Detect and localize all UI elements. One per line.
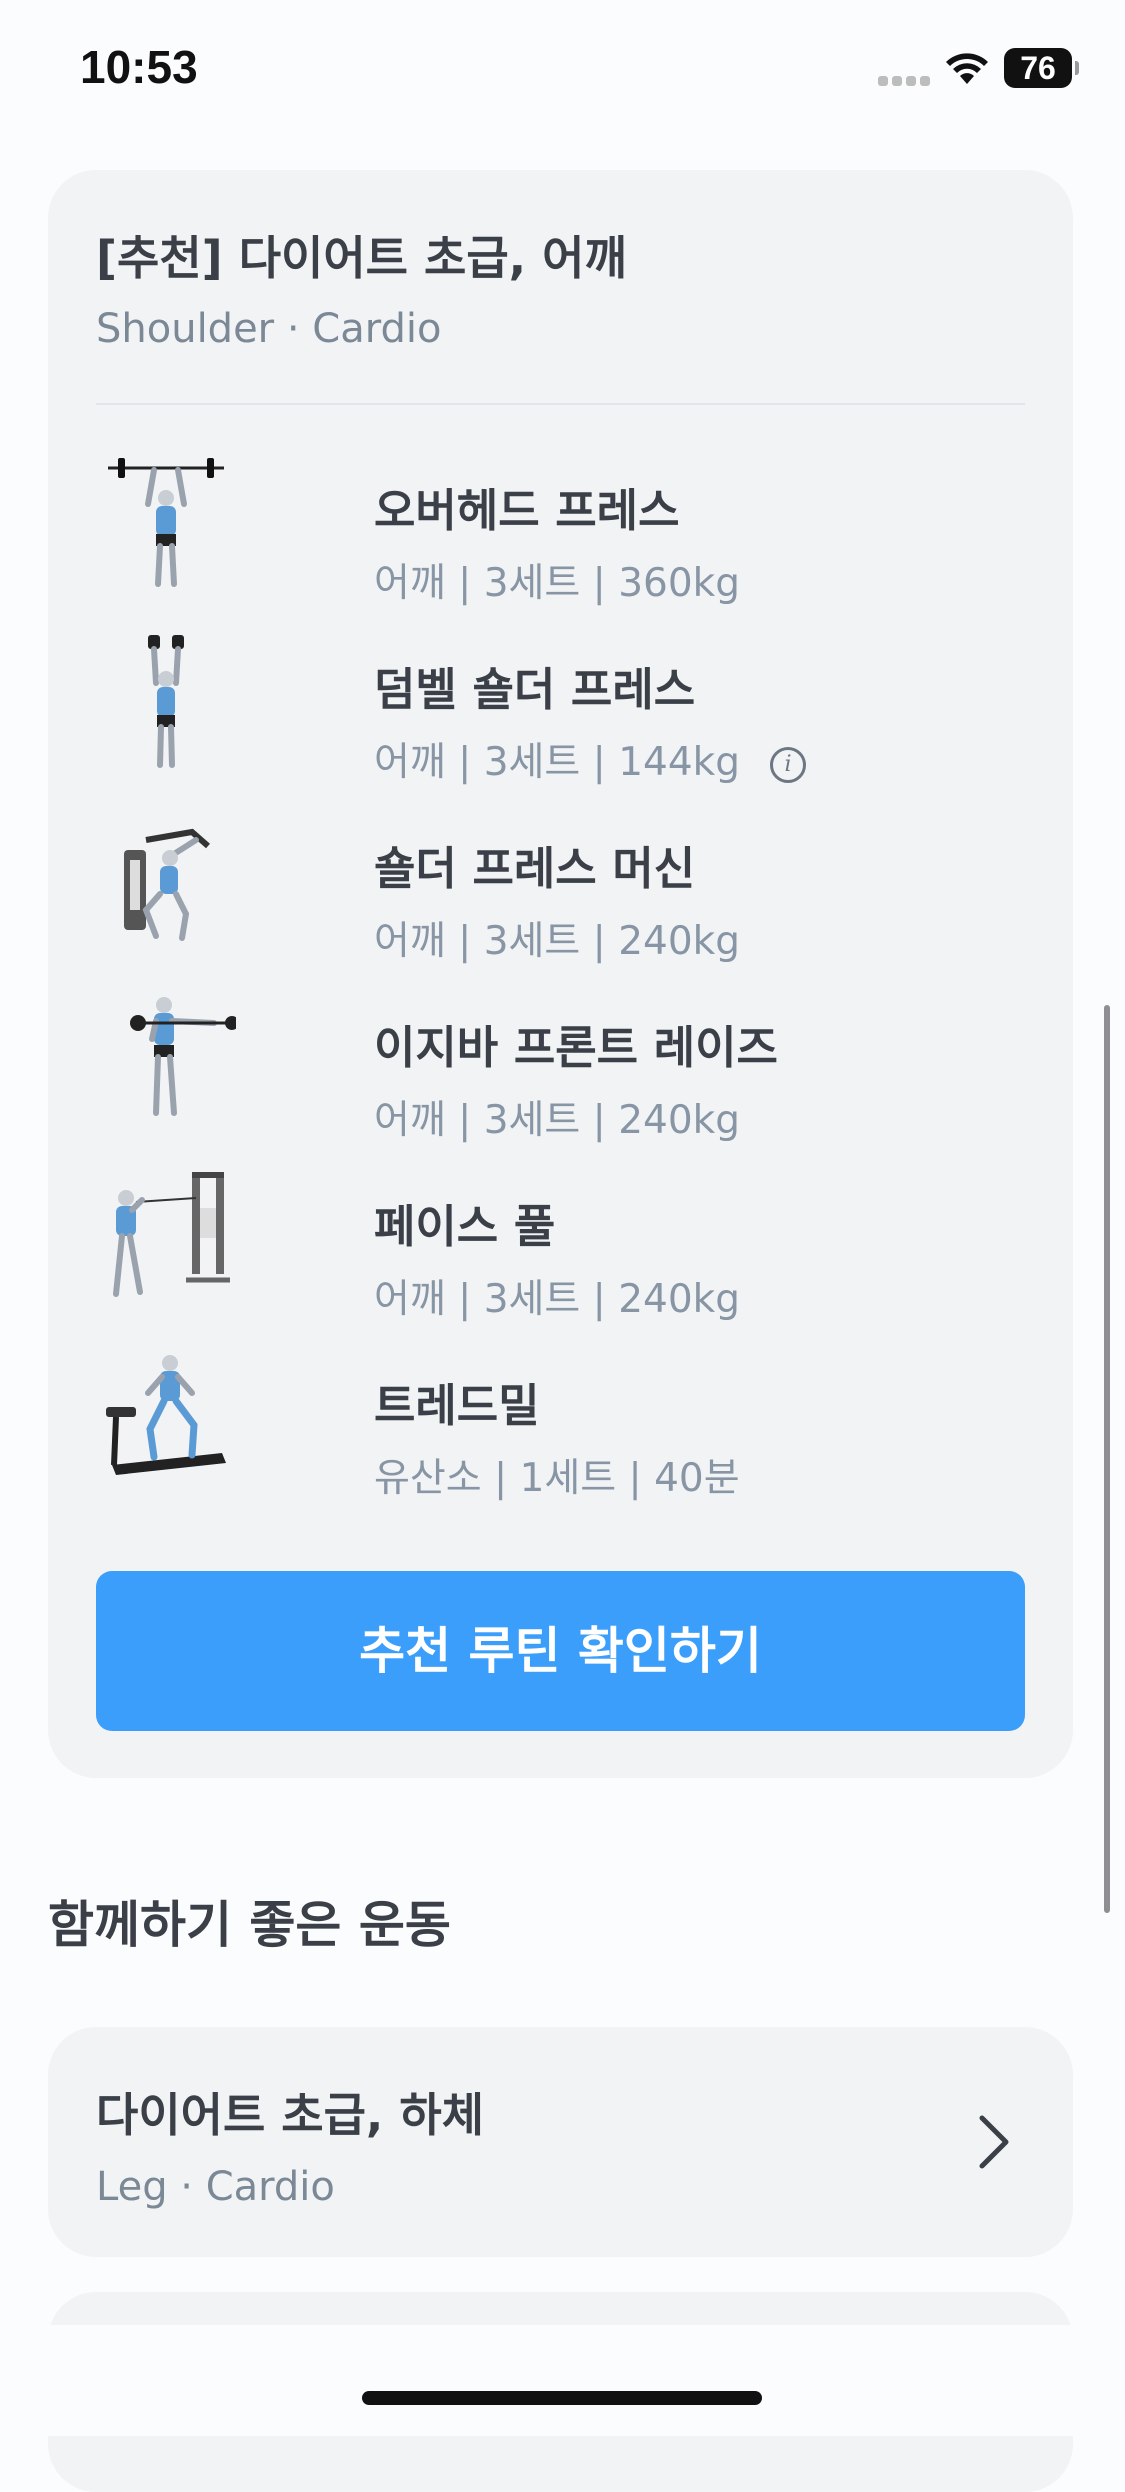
exercise-item[interactable]: 오버헤드 프레스 어깨 | 3세트 | 360kg xyxy=(96,452,1025,606)
home-indicator[interactable] xyxy=(362,2391,762,2405)
ez-bar-front-raise-illustration-icon xyxy=(130,997,236,1116)
routine-card-leg-cardio[interactable]: 다이어트 초급, 하체 Leg · Cardio xyxy=(48,2027,1073,2257)
view-recommended-routine-button[interactable]: 추천 루틴 확인하기 xyxy=(96,1571,1025,1731)
exercise-name: 덤벨 숄더 프레스 xyxy=(374,663,696,716)
exercise-name: 숄더 프레스 머신 xyxy=(374,842,696,895)
exercise-item[interactable]: 이지바 프론트 레이즈 어깨 | 3세트 | 240kg xyxy=(96,989,1025,1143)
exercise-name: 페이스 풀 xyxy=(374,1200,556,1253)
dumbbell-shoulder-press-illustration-icon xyxy=(148,635,184,768)
exercise-meta: 유산소 | 1세트 | 40분 xyxy=(374,1456,740,1501)
bottom-safe-area xyxy=(0,2325,1125,2436)
routine-subtitle: Shoulder · Cardio xyxy=(96,306,442,352)
exercise-name: 오버헤드 프레스 xyxy=(374,484,680,537)
chevron-right-icon xyxy=(979,2115,1009,2169)
section-title: 함께하기 좋은 운동 xyxy=(48,1896,451,1954)
cellular-signal-icon xyxy=(878,72,930,86)
exercise-meta-text: 어깨 | 3세트 | 144kg xyxy=(374,740,740,785)
overhead-press-illustration-icon xyxy=(108,458,224,587)
status-bar: 10:53 76 xyxy=(0,0,1125,140)
exercise-meta: 어깨 | 3세트 | 144kg i xyxy=(374,731,806,787)
exercise-name: 트레드밀 xyxy=(374,1379,540,1432)
exercise-item[interactable]: 트레드밀 유산소 | 1세트 | 40분 xyxy=(96,1347,1025,1501)
exercise-meta: 어깨 | 3세트 | 240kg xyxy=(374,1277,740,1322)
divider xyxy=(96,403,1025,405)
exercise-meta: 어깨 | 3세트 | 240kg xyxy=(374,919,740,964)
exercise-name: 이지바 프론트 레이즈 xyxy=(374,1021,778,1074)
routine-card-subtitle: Leg · Cardio xyxy=(96,2164,335,2210)
scrollbar[interactable] xyxy=(1104,1005,1110,1913)
wifi-icon xyxy=(946,53,988,84)
exercise-item[interactable]: 숄더 프레스 머신 어깨 | 3세트 | 240kg xyxy=(96,810,1025,964)
exercise-item[interactable]: 페이스 풀 어깨 | 3세트 | 240kg xyxy=(96,1168,1025,1322)
treadmill-illustration-icon xyxy=(106,1355,226,1475)
battery-icon: 76 xyxy=(1004,48,1079,88)
exercise-item[interactable]: 덤벨 숄더 프레스 어깨 | 3세트 | 144kg i xyxy=(96,631,1025,785)
recommended-routine-card: [추천] 다이어트 초급, 어깨 Shoulder · Cardio 오버헤드 … xyxy=(48,170,1073,1778)
routine-card-title: 다이어트 초급, 하체 xyxy=(96,2088,485,2142)
exercise-meta: 어깨 | 3세트 | 240kg xyxy=(374,1098,740,1143)
routine-title: [추천] 다이어트 초급, 어깨 xyxy=(96,231,627,285)
shoulder-press-machine-illustration-icon xyxy=(124,828,210,941)
status-time: 10:53 xyxy=(80,41,198,93)
face-pull-illustration-icon xyxy=(113,1172,230,1297)
exercise-meta: 어깨 | 3세트 | 360kg xyxy=(374,561,740,606)
info-icon[interactable]: i xyxy=(769,746,806,783)
